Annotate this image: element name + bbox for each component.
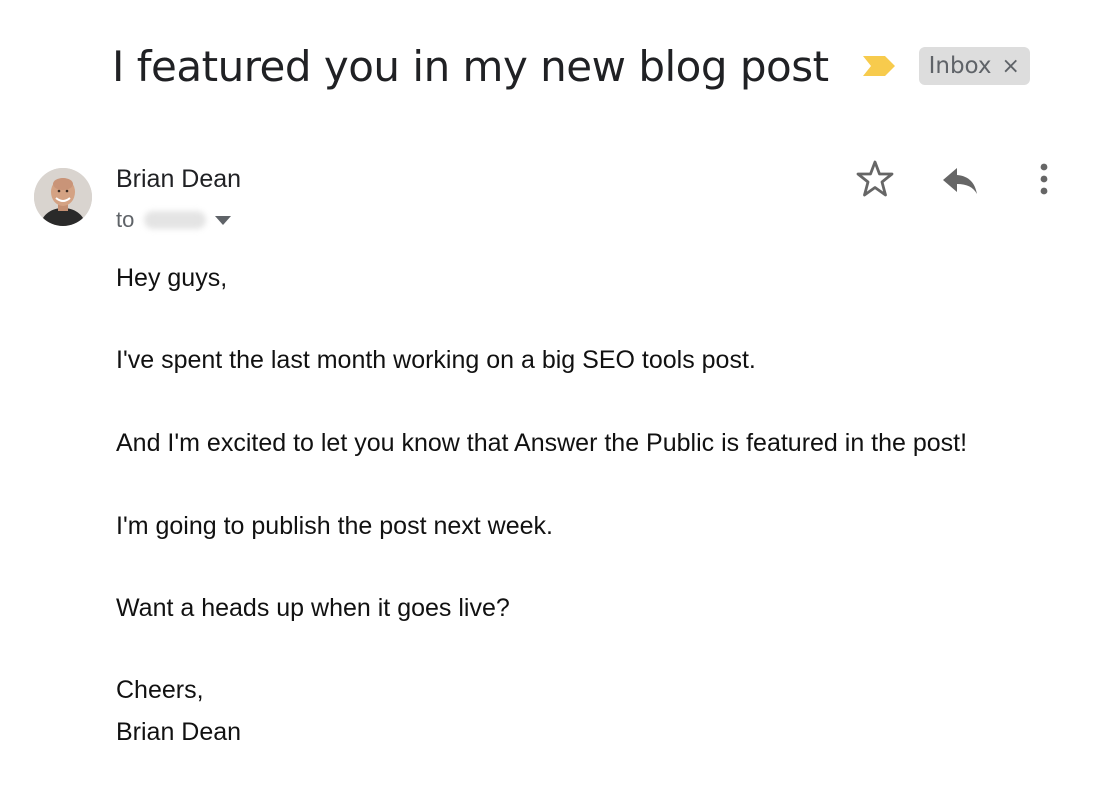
sender-name: Brian Dean [116, 165, 242, 193]
email-paragraph-1: I've spent the last month working on a b… [116, 346, 756, 374]
label-chip-text: Inbox [928, 53, 992, 79]
more-vertical-icon[interactable] [1029, 159, 1059, 199]
email-paragraph-3: I'm going to publish the post next week. [116, 512, 553, 540]
recipient-prefix: to [116, 207, 135, 232]
email-greeting: Hey guys, [116, 264, 228, 292]
label-chip-inbox: Inbox × [918, 47, 1030, 85]
recipient-name-redacted [144, 211, 207, 229]
subject-row: I featured you in my new blog post Inbox… [112, 36, 1030, 96]
email-signature: Brian Dean [116, 718, 242, 746]
email-closing: Cheers, [116, 676, 204, 704]
recipient-row: to [116, 205, 234, 235]
chevron-down-icon[interactable] [212, 209, 234, 231]
avatar-image [34, 168, 92, 226]
email-paragraph-2: And I'm excited to let you know that Ans… [116, 429, 968, 457]
reply-icon[interactable] [940, 160, 980, 200]
avatar [34, 168, 92, 226]
email-paragraph-4: Want a heads up when it goes live? [116, 594, 510, 622]
importance-marker-icon[interactable] [861, 54, 897, 78]
email-subject: I featured you in my new blog post [112, 41, 829, 91]
star-icon[interactable] [855, 159, 895, 199]
remove-label-icon[interactable]: × [1002, 54, 1020, 79]
